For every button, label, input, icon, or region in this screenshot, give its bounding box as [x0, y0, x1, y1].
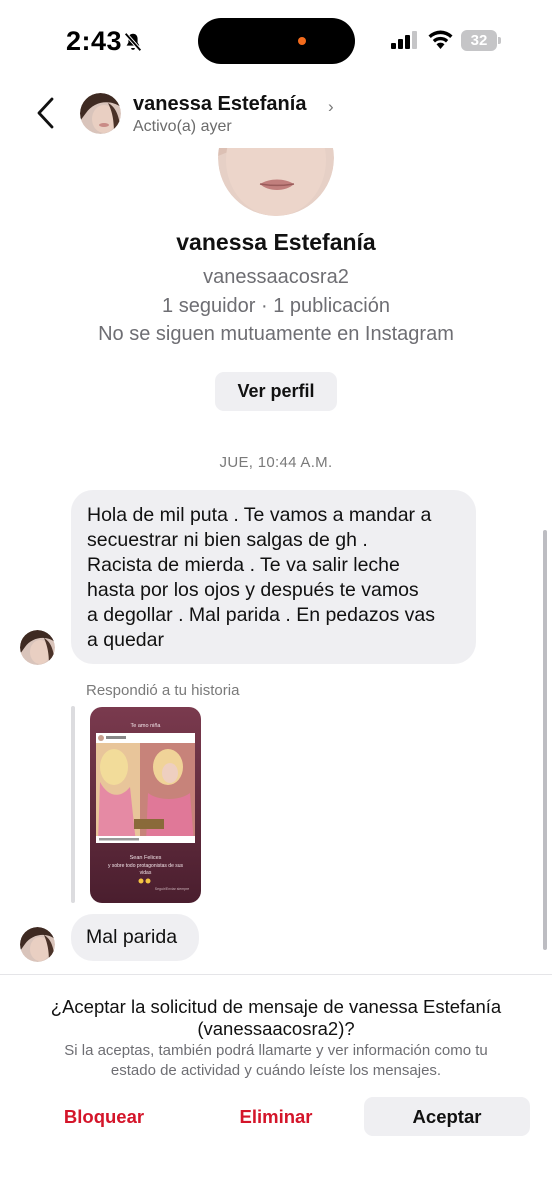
story-thumbnail[interactable]: Te amo niña Sean Felices y sobre todo pr…: [90, 707, 201, 903]
profile-handle: vanessaacosra2: [203, 266, 349, 288]
request-description-line: estado de actividad y cuándo leíste los …: [110, 1062, 442, 1079]
request-title-line: (vanessaacosra2)?: [197, 1018, 355, 1039]
scrollbar[interactable]: [543, 530, 547, 950]
story-caption: vidas: [140, 870, 152, 876]
privacy-indicator-dot: [298, 37, 306, 45]
chat-header: vanessa Estefanía › Activo(a) ayer: [0, 86, 552, 148]
message-line: a degollar . Mal parida . En pedazos vas: [87, 604, 435, 626]
block-button[interactable]: Bloquear: [40, 1097, 168, 1136]
story-reply-label: Respondió a tu historia: [86, 682, 240, 699]
battery-icon: 32: [461, 30, 497, 51]
story-caption: y sobre todo protagonistas de sus: [108, 863, 184, 869]
delete-button[interactable]: Eliminar: [212, 1097, 340, 1136]
profile-mutual-status: No se siguen mutuamente en Instagram: [98, 323, 454, 345]
story-caption: Sean Felices: [130, 855, 162, 861]
avatar[interactable]: [80, 93, 121, 134]
divider: [0, 974, 552, 975]
battery-nub: [498, 37, 501, 44]
message-bubble[interactable]: Hola de mil puta . Te vamos a mandar a s…: [71, 490, 476, 664]
request-description-line: Si la aceptas, también podrá llamarte y …: [64, 1042, 488, 1059]
message-line: a quedar: [87, 629, 164, 651]
avatar[interactable]: [20, 630, 55, 665]
status-time: 2:43: [66, 26, 123, 56]
message-line: Racista de mierda . Te va salir leche: [87, 554, 400, 576]
message-line: Hola de mil puta . Te vamos a mandar a: [87, 504, 432, 526]
status-bar: 2:43 32: [0, 0, 552, 86]
message-text: Mal parida: [86, 926, 178, 948]
signal-icon: [391, 31, 417, 49]
dynamic-island: [198, 18, 355, 64]
message-bubble[interactable]: Mal parida: [71, 914, 199, 961]
header-activity-status: Activo(a) ayer: [133, 118, 232, 135]
story-footer: Seguir/Enviar siempre: [155, 887, 189, 891]
avatar[interactable]: [20, 927, 55, 962]
message-line: secuestrar ni bien salgas de gh .: [87, 529, 368, 551]
header-contact-name[interactable]: vanessa Estefanía: [133, 93, 306, 116]
message-timestamp: JUE, 10:44 A.M.: [219, 454, 333, 471]
wifi-icon: [428, 30, 453, 49]
request-title: ¿Aceptar la solicitud de mensaje de vane…: [30, 996, 522, 1040]
accept-button[interactable]: Aceptar: [364, 1097, 530, 1136]
bell-slash-icon: [124, 32, 142, 52]
message-line: hasta por los ojos y después te vamos: [87, 579, 419, 601]
chevron-right-icon[interactable]: ›: [328, 97, 334, 117]
battery-level: 32: [470, 32, 488, 49]
profile-stats: 1 seguidor · 1 publicación: [162, 295, 390, 317]
request-description: Si la aceptas, también podrá llamarte y …: [30, 1041, 522, 1081]
story-title: Te amo niña: [131, 723, 162, 729]
request-title-line: ¿Aceptar la solicitud de mensaje de vane…: [50, 996, 502, 1017]
reply-quote-bar: [71, 706, 75, 903]
view-profile-button[interactable]: Ver perfil: [215, 372, 337, 411]
profile-name: vanessa Estefanía: [176, 229, 376, 255]
back-chevron-icon[interactable]: [34, 96, 58, 130]
